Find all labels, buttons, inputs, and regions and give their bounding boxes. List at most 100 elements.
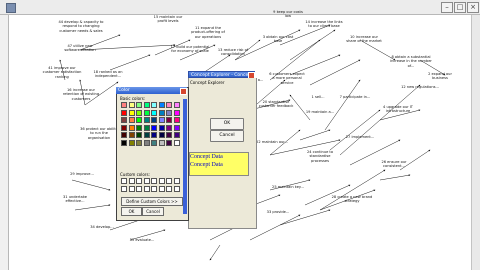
color-swatch[interactable]: [121, 124, 127, 131]
map-node[interactable]: 31 undertake effective...: [55, 195, 95, 204]
map-node[interactable]: 8 obtain a substantial increase in the n…: [390, 55, 432, 68]
color-swatch[interactable]: [166, 139, 172, 146]
map-node[interactable]: 3 obtain our cost base: [260, 35, 296, 44]
color-swatch[interactable]: [143, 132, 150, 138]
map-node[interactable]: 36 protect our ability to run the organi…: [80, 127, 118, 140]
map-node[interactable]: 14 increase the links to our client base: [305, 20, 343, 29]
color-swatch[interactable]: [143, 109, 150, 116]
map-node[interactable]: 44 develop & capacity to respond to chan…: [57, 20, 105, 33]
color-swatch[interactable]: [166, 102, 172, 108]
color-swatch[interactable]: [128, 109, 135, 116]
color-swatch[interactable]: [158, 185, 165, 192]
color-swatch[interactable]: [136, 185, 142, 192]
color-swatch[interactable]: [143, 117, 150, 123]
color-swatch[interactable]: [128, 139, 135, 146]
color-swatch[interactable]: [143, 178, 150, 184]
color-swatch[interactable]: [151, 102, 157, 108]
color-swatch[interactable]: [166, 185, 172, 192]
map-node[interactable]: 7 participate in...: [335, 95, 375, 99]
map-node[interactable]: 26 ensure our consistent...: [372, 160, 416, 169]
color-swatch[interactable]: [158, 124, 165, 131]
color-dialog-close-icon[interactable]: [180, 88, 187, 95]
map-node[interactable]: 13 reduce risk of consolidation: [215, 48, 251, 57]
color-swatch[interactable]: [151, 124, 157, 131]
color-swatch[interactable]: [151, 139, 157, 146]
color-swatch[interactable]: [143, 185, 150, 192]
concept-ok-button[interactable]: OK: [210, 118, 244, 130]
color-swatch[interactable]: [173, 117, 180, 123]
define-custom-colors-button[interactable]: Define Custom Colors >>: [121, 197, 183, 206]
map-node[interactable]: 47 utilize new software creation: [60, 44, 100, 53]
map-node[interactable]: 22 maintain our...: [252, 140, 292, 144]
color-swatch[interactable]: [128, 124, 135, 131]
map-node[interactable]: 20 standardise customer feedback: [256, 100, 296, 109]
concept-cancel-button[interactable]: Cancel: [210, 130, 244, 142]
color-swatch[interactable]: [158, 132, 165, 138]
color-swatch[interactable]: [151, 132, 157, 138]
color-swatch[interactable]: [173, 139, 180, 146]
color-ok-button[interactable]: OK: [121, 207, 142, 216]
color-swatch[interactable]: [136, 132, 142, 138]
concept-dialog-tab[interactable]: Concept Explorer: [190, 80, 224, 85]
color-swatch[interactable]: [173, 178, 180, 184]
color-swatch[interactable]: [143, 102, 150, 108]
color-swatch[interactable]: [166, 117, 172, 123]
color-swatch[interactable]: [173, 109, 180, 116]
color-swatch[interactable]: [121, 178, 127, 184]
map-node[interactable]: 35 evaluate...: [120, 238, 164, 242]
color-swatch[interactable]: [158, 102, 165, 108]
color-swatch[interactable]: [136, 178, 142, 184]
map-node[interactable]: 41 improve our customer satisfaction ran…: [42, 66, 82, 79]
map-node[interactable]: 29 improve...: [62, 172, 102, 176]
color-swatch[interactable]: [151, 178, 157, 184]
color-swatch[interactable]: [158, 109, 165, 116]
map-node[interactable]: 17 build our potential for economy of sc…: [170, 45, 210, 54]
map-node[interactable]: 16 increase our retention of existing cu…: [62, 88, 100, 101]
color-swatch[interactable]: [128, 185, 135, 192]
color-swatch[interactable]: [121, 185, 127, 192]
map-node[interactable]: 6 customers expect a more personal servi…: [268, 72, 306, 85]
map-node[interactable]: 2 expand our business: [420, 72, 460, 81]
color-swatch[interactable]: [166, 178, 172, 184]
color-swatch[interactable]: [166, 124, 172, 131]
color-swatch[interactable]: [128, 102, 135, 108]
map-node[interactable]: 9 keep our costs low: [272, 10, 304, 19]
color-swatch[interactable]: [128, 132, 135, 138]
color-swatch[interactable]: [151, 117, 157, 123]
color-swatch[interactable]: [136, 102, 142, 108]
map-node[interactable]: 19 maintain a...: [300, 110, 340, 114]
map-node[interactable]: 11 expand the product-offering of our op…: [188, 26, 228, 39]
color-swatch[interactable]: [173, 102, 180, 108]
map-node[interactable]: 4 upgrade our IT infrastructure: [378, 105, 418, 114]
color-swatch[interactable]: [136, 117, 142, 123]
color-swatch[interactable]: [166, 132, 172, 138]
color-swatch[interactable]: [121, 117, 127, 123]
color-swatch[interactable]: [143, 124, 150, 131]
color-swatch[interactable]: [158, 139, 165, 146]
map-node[interactable]: 24 continue to standardise processes: [300, 150, 340, 163]
color-swatch[interactable]: [136, 109, 142, 116]
color-swatch[interactable]: [121, 102, 127, 108]
color-swatch[interactable]: [173, 185, 180, 192]
color-swatch[interactable]: [166, 109, 172, 116]
color-swatch[interactable]: [121, 139, 127, 146]
map-node[interactable]: 25 maintain key...: [268, 185, 308, 189]
color-swatch[interactable]: [158, 117, 165, 123]
map-node[interactable]: 28 create a new brand strategy: [330, 195, 374, 204]
map-node[interactable]: 34 develop...: [80, 225, 124, 229]
color-swatch[interactable]: [136, 139, 142, 146]
map-node[interactable]: 15 maintain our profit levels: [150, 15, 186, 24]
color-swatch[interactable]: [151, 185, 157, 192]
color-swatch[interactable]: [151, 109, 157, 116]
map-node[interactable]: 1 sell...: [300, 95, 336, 99]
map-node[interactable]: 12 new regulations...: [400, 85, 440, 89]
map-node[interactable]: 27 implement...: [340, 135, 380, 139]
color-cancel-button[interactable]: Cancel: [142, 207, 164, 216]
color-swatch[interactable]: [121, 132, 127, 138]
color-swatch[interactable]: [121, 109, 127, 116]
map-node[interactable]: 10 increase our share of the market: [345, 35, 383, 44]
color-swatch[interactable]: [143, 139, 150, 146]
color-swatch[interactable]: [173, 124, 180, 131]
map-node[interactable]: 33 provide...: [258, 210, 298, 214]
map-node[interactable]: 18 ranked as an independent...: [88, 70, 128, 79]
